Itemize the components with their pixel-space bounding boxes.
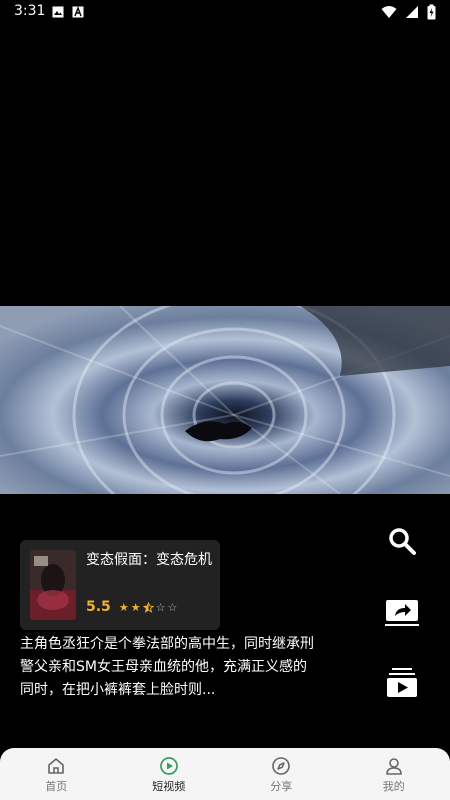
rating-stars: ★ ★ ☆ ☆ (119, 601, 178, 614)
status-notification-icons (52, 6, 84, 18)
status-time: 3:31 (14, 3, 46, 19)
tab-home[interactable]: 首页 (0, 748, 113, 800)
tab-short-video[interactable]: 短视频 (113, 748, 226, 800)
tab-home-label: 首页 (45, 780, 68, 793)
image-notification-icon (52, 6, 64, 18)
signal-icon (406, 6, 418, 18)
star-empty-icon: ☆ (167, 600, 178, 614)
status-system-icons (381, 4, 436, 20)
playlist-icon (387, 668, 417, 697)
star-full-icon: ★ (118, 600, 129, 614)
wifi-icon (381, 6, 397, 18)
video-player[interactable] (0, 306, 450, 494)
tab-mine-label: 我的 (382, 780, 405, 793)
star-half-icon (142, 601, 154, 613)
home-icon (48, 758, 65, 774)
movie-info-card[interactable]: 变态假面：变态危机 5.5 ★ ★ ☆ ☆ (20, 540, 220, 630)
status-bar: 3:31 (0, 0, 450, 24)
tab-share[interactable]: 分享 (225, 748, 338, 800)
movie-score: 5.5 (86, 599, 111, 615)
search-icon (389, 528, 416, 555)
video-frame-image (0, 306, 450, 494)
font-notification-icon (72, 6, 84, 18)
star-empty-icon: ☆ (155, 600, 166, 614)
compass-icon (272, 757, 291, 775)
battery-charging-icon (427, 4, 436, 20)
play-circle-icon (159, 757, 178, 775)
playlist-button[interactable] (382, 662, 422, 702)
share-icon (385, 600, 419, 626)
movie-title: 变态假面：变态危机 (86, 552, 212, 568)
share-button[interactable] (382, 592, 422, 632)
tab-share-label: 分享 (270, 780, 293, 793)
person-icon (385, 758, 402, 775)
movie-description: 主角色丞狂介是个拳法部的高中生，同时继承刑警父亲和SM女王母亲血统的他，充满正义… (20, 636, 314, 698)
bottom-tab-bar: 首页 短视频 分享 我的 (0, 748, 450, 800)
movie-poster (30, 550, 76, 620)
tab-short-video-label: 短视频 (152, 780, 186, 793)
star-full-icon: ★ (130, 600, 141, 614)
rating-row: 5.5 ★ ★ ☆ ☆ (86, 599, 177, 615)
search-button[interactable] (382, 521, 422, 561)
tab-mine[interactable]: 我的 (338, 748, 450, 800)
